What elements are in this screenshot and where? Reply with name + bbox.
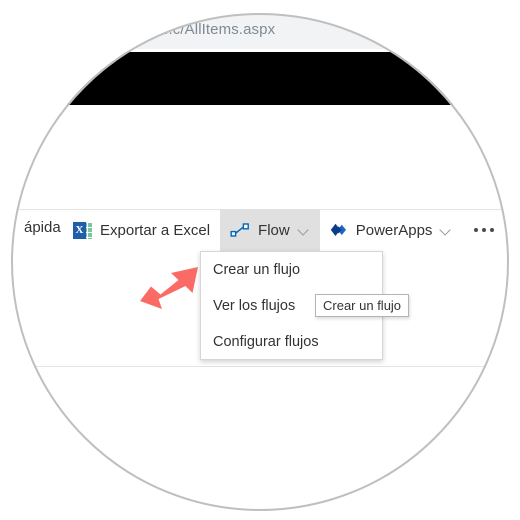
excel-icon: X bbox=[73, 221, 92, 240]
command-bar: X Exportar a Excel Flow PowerApps bbox=[63, 209, 509, 251]
annotation-arrow-icon bbox=[138, 265, 200, 315]
divider-bottom bbox=[11, 366, 509, 367]
flow-button[interactable]: Flow bbox=[220, 209, 320, 251]
powerapps-icon bbox=[330, 223, 348, 237]
menu-item-configurar-flujos[interactable]: Configurar flujos bbox=[201, 324, 382, 360]
menu-item-crear-un-flujo[interactable]: Crear un flujo bbox=[201, 252, 382, 288]
export-to-excel-button[interactable]: X Exportar a Excel bbox=[63, 209, 220, 251]
flow-label: Flow bbox=[258, 221, 290, 239]
url-text: ...c/AllItems.aspx bbox=[160, 21, 276, 38]
command-bar-truncated-label[interactable]: ápida bbox=[24, 219, 61, 236]
ellipsis-icon-dot-1 bbox=[474, 228, 479, 232]
powerapps-button[interactable]: PowerApps bbox=[320, 209, 463, 251]
chevron-down-icon-flow[interactable] bbox=[299, 225, 310, 236]
overflow-menu-button[interactable] bbox=[462, 209, 506, 251]
magnifier-circle-content: ...c/AllItems.aspx ápida X Exportar a Ex… bbox=[11, 13, 509, 511]
redaction-band bbox=[11, 52, 509, 105]
excel-icon-glyph: X bbox=[73, 221, 86, 239]
chevron-down-icon-powerapps[interactable] bbox=[441, 225, 452, 236]
flow-icon bbox=[230, 222, 250, 238]
screenshot-root: ...c/AllItems.aspx ápida X Exportar a Ex… bbox=[0, 0, 520, 520]
ellipsis-icon-dot-3 bbox=[490, 228, 495, 232]
tooltip: Crear un flujo bbox=[315, 294, 410, 317]
browser-url-bar[interactable]: ...c/AllItems.aspx bbox=[11, 13, 509, 49]
powerapps-label: PowerApps bbox=[355, 221, 433, 239]
ellipsis-icon-dot-2 bbox=[482, 228, 487, 232]
export-to-excel-label: Exportar a Excel bbox=[100, 221, 211, 239]
